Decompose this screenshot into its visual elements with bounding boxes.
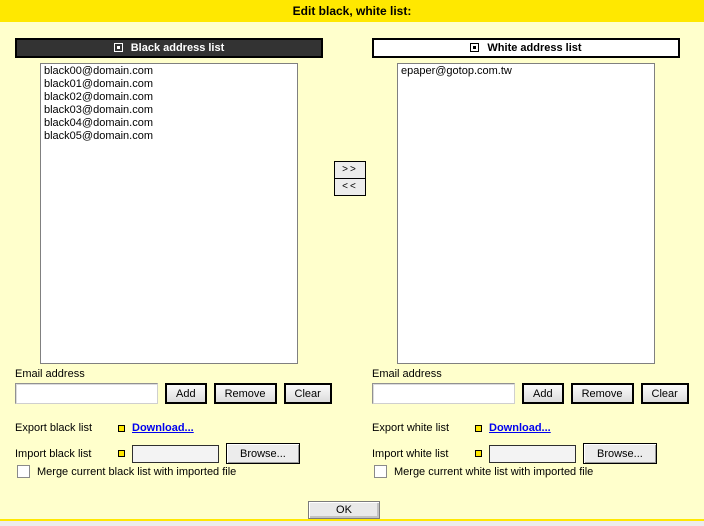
yellow-square-bullet-icon [475,450,482,457]
black-export-row: Export black list Download... [15,422,194,434]
yellow-square-bullet-icon [475,425,482,432]
white-download-link[interactable]: Download... [489,422,551,434]
white-email-address-label: Email address [372,368,442,380]
white-list-header-label: White address list [487,42,581,54]
square-marker-icon [470,43,479,52]
white-merge-row: Merge current white list with imported f… [374,465,593,478]
export-black-list-label: Export black list [15,422,111,434]
black-merge-checkbox[interactable] [17,465,30,478]
white-merge-checkbox-label: Merge current white list with imported f… [394,466,593,478]
square-marker-icon [114,43,123,52]
white-add-button[interactable]: Add [522,383,564,404]
white-import-row: Import white list Browse... [372,443,657,464]
move-left-button[interactable]: << [334,178,366,196]
list-item[interactable]: black05@domain.com [44,130,297,143]
black-merge-checkbox-label: Merge current black list with imported f… [37,466,236,478]
list-item[interactable]: epaper@gotop.com.tw [401,65,654,78]
black-clear-button[interactable]: Clear [284,383,332,404]
ok-button[interactable]: OK [308,501,380,519]
white-email-input[interactable] [372,383,515,404]
yellow-square-bullet-icon [118,425,125,432]
black-email-row: Add Remove Clear [15,383,332,404]
import-white-list-label: Import white list [372,448,468,460]
edit-black-white-list-dialog: Edit black, white list: Black address li… [0,0,704,526]
black-merge-row: Merge current black list with imported f… [17,465,236,478]
import-black-list-label: Import black list [15,448,111,460]
footer: OK [308,501,380,519]
black-list-panel: Black address list black00@domain.combla… [0,0,347,500]
black-browse-button[interactable]: Browse... [226,443,300,464]
black-remove-button[interactable]: Remove [214,383,277,404]
white-remove-button[interactable]: Remove [571,383,634,404]
black-email-input[interactable] [15,383,158,404]
move-right-button[interactable]: >> [334,161,366,179]
list-item[interactable]: black02@domain.com [44,91,297,104]
transfer-buttons: >> << [334,161,366,196]
white-address-listbox[interactable]: epaper@gotop.com.tw [397,63,655,364]
white-email-row: Add Remove Clear [372,383,689,404]
list-item[interactable]: black00@domain.com [44,65,297,78]
white-browse-button[interactable]: Browse... [583,443,657,464]
yellow-square-bullet-icon [118,450,125,457]
black-import-file-input[interactable] [132,445,219,463]
white-list-header: White address list [372,38,680,58]
black-list-header: Black address list [15,38,323,58]
white-clear-button[interactable]: Clear [641,383,689,404]
black-address-listbox[interactable]: black00@domain.comblack01@domain.comblac… [40,63,298,364]
black-download-link[interactable]: Download... [132,422,194,434]
export-white-list-label: Export white list [372,422,468,434]
black-email-address-label: Email address [15,368,85,380]
bottom-strip [0,521,704,526]
white-import-file-input[interactable] [489,445,576,463]
white-export-row: Export white list Download... [372,422,551,434]
white-list-panel: White address list epaper@gotop.com.tw E… [357,0,704,500]
white-merge-checkbox[interactable] [374,465,387,478]
list-item[interactable]: black03@domain.com [44,104,297,117]
black-import-row: Import black list Browse... [15,443,300,464]
black-list-header-label: Black address list [131,42,225,54]
list-item[interactable]: black01@domain.com [44,78,297,91]
black-add-button[interactable]: Add [165,383,207,404]
list-item[interactable]: black04@domain.com [44,117,297,130]
